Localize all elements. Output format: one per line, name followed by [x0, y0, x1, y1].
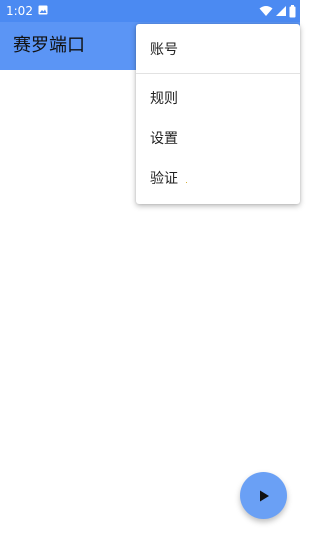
play-icon: [259, 490, 269, 501]
app-title: 赛罗端口: [13, 35, 85, 56]
status-icons: [259, 4, 296, 18]
wifi-icon: [259, 6, 273, 16]
play-button[interactable]: [240, 472, 287, 519]
overflow-menu: 账号 规则 设置 验证: [136, 24, 300, 204]
menu-item-settings[interactable]: 设置: [136, 118, 300, 158]
menu-item-verify[interactable]: 验证: [136, 158, 300, 198]
decorative-dot: [186, 182, 187, 183]
menu-divider: [136, 73, 300, 74]
menu-item-account[interactable]: 账号: [136, 29, 300, 69]
status-bar: 1:02: [0, 0, 300, 22]
status-time: 1:02: [6, 4, 33, 18]
menu-item-rules[interactable]: 规则: [136, 78, 300, 118]
battery-icon: [289, 4, 296, 17]
signal-icon: [276, 6, 286, 16]
gallery-icon: [38, 5, 48, 15]
